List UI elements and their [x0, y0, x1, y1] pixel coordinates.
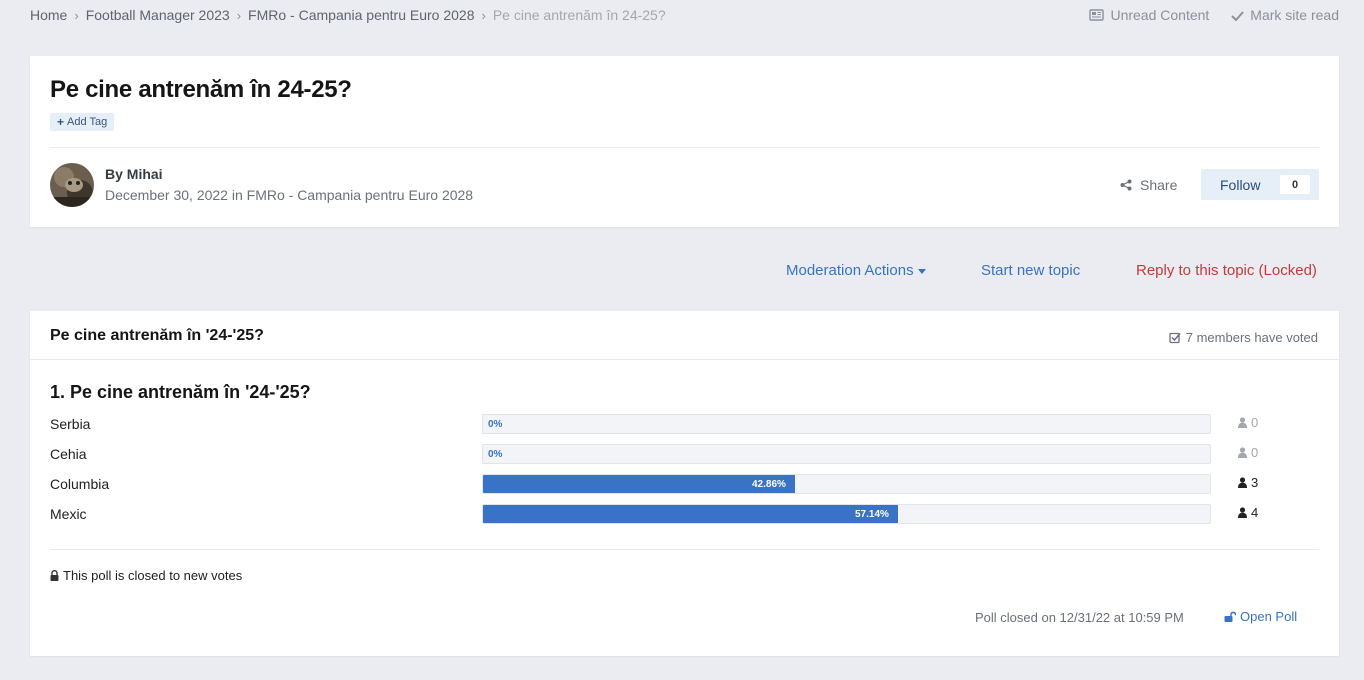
follow-label: Follow: [1220, 176, 1261, 193]
poll-option-votes: 4: [1238, 505, 1258, 520]
check-square-icon: [1169, 332, 1181, 343]
divider: [50, 549, 1319, 550]
poll-title: Pe cine antrenăm în '24-'25?: [50, 327, 264, 344]
poll-option-percent: 0%: [488, 419, 503, 430]
user-icon: [1238, 417, 1247, 428]
reply-locked-button[interactable]: Reply to this topic (Locked): [1136, 262, 1317, 279]
breadcrumb-football-manager[interactable]: Football Manager 2023: [86, 7, 230, 23]
poll-option-label: Mexic: [50, 506, 87, 522]
breadcrumb: Home › Football Manager 2023 › FMRo - Ca…: [30, 7, 666, 23]
poll-option-votes: 3: [1238, 475, 1258, 490]
poll-card: Pe cine antrenăm în '24-'25? 7 members h…: [30, 311, 1339, 656]
poll-option-bar: 0%: [482, 414, 1211, 434]
breadcrumb-home[interactable]: Home: [30, 7, 67, 23]
top-actions: Unread Content Mark site read: [1067, 7, 1339, 23]
open-poll-button[interactable]: Open Poll: [1224, 609, 1297, 624]
poll-option-bar: 0%: [482, 444, 1211, 464]
poll-option-fill: [483, 475, 795, 493]
poll-option-label: Cehia: [50, 446, 87, 462]
plus-icon: +: [57, 115, 65, 129]
divider: [50, 147, 1319, 148]
avatar[interactable]: [50, 163, 94, 207]
poll-option-row: Mexic 57.14% 4: [50, 504, 1319, 524]
start-new-topic-button[interactable]: Start new topic: [981, 262, 1080, 279]
caret-down-icon: [917, 268, 926, 274]
poll-option-row: Serbia 0% 0: [50, 414, 1319, 434]
poll-option-bar: 42.86%: [482, 474, 1211, 494]
poll-question: 1. Pe cine antrenăm în '24-'25?: [50, 382, 311, 402]
unread-content-label: Unread Content: [1110, 7, 1210, 23]
avatar-image: [50, 163, 94, 207]
chevron-right-icon: ›: [74, 7, 79, 23]
check-icon: [1231, 10, 1245, 21]
unlock-icon: [1224, 611, 1236, 622]
top-bar: Home › Football Manager 2023 › FMRo - Ca…: [0, 0, 1364, 30]
user-icon: [1238, 507, 1247, 518]
user-icon: [1238, 477, 1247, 488]
share-button[interactable]: Share: [1120, 177, 1177, 193]
poll-option-vote-count: 0: [1251, 415, 1259, 430]
author-line[interactable]: By Mihai: [105, 166, 163, 182]
poll-option-bar: 57.14%: [482, 504, 1211, 524]
mark-site-read-label: Mark site read: [1250, 7, 1339, 23]
poll-option-label: Serbia: [50, 416, 91, 432]
divider: [30, 359, 1339, 360]
poll-option-row: Columbia 42.86% 3: [50, 474, 1319, 494]
moderation-actions-label: Moderation Actions: [786, 262, 914, 279]
poll-option-label: Columbia: [50, 476, 110, 492]
poll-closed-notice: This poll is closed to new votes: [50, 568, 242, 583]
breadcrumb-forum[interactable]: FMRo - Campania pentru Euro 2028: [248, 7, 474, 23]
topic-header-card: Pe cine antrenăm în 24-25? + Add Tag By …: [30, 56, 1339, 227]
poll-option-votes: 0: [1238, 415, 1258, 430]
chevron-right-icon: ›: [236, 7, 242, 23]
poll-option-votes: 0: [1238, 445, 1258, 460]
poll-closed-date: Poll closed on 12/31/22 at 10:59 PM: [975, 610, 1184, 625]
voted-count: 7 members have voted: [1169, 330, 1318, 345]
poll-closed-label: This poll is closed to new votes: [63, 568, 243, 583]
share-icon: [1120, 179, 1132, 191]
follow-count-badge: 0: [1280, 175, 1310, 194]
poll-option-vote-count: 3: [1251, 475, 1259, 490]
poll-option-percent: 0%: [488, 449, 503, 460]
chevron-right-icon: ›: [481, 7, 486, 23]
newspaper-icon: [1089, 9, 1105, 21]
mark-site-read-link[interactable]: Mark site read: [1231, 7, 1339, 23]
add-tag-label: Add Tag: [67, 116, 108, 128]
add-tag-button[interactable]: + Add Tag: [50, 113, 115, 131]
poll-option-row: Cehia 0% 0: [50, 444, 1319, 464]
topic-meta: December 30, 2022 in FMRo - Campania pen…: [105, 187, 474, 203]
lock-icon: [50, 570, 59, 581]
poll-option-percent: 42.86%: [752, 479, 786, 490]
poll-option-vote-count: 0: [1251, 445, 1259, 460]
page-title: Pe cine antrenăm în 24-25?: [50, 76, 352, 103]
user-icon: [1238, 447, 1247, 458]
poll-option-fill: [483, 505, 898, 523]
open-poll-label: Open Poll: [1240, 609, 1298, 624]
voted-label: 7 members have voted: [1185, 330, 1318, 345]
unread-content-link[interactable]: Unread Content: [1089, 7, 1209, 23]
poll-option-vote-count: 4: [1251, 505, 1259, 520]
moderation-actions-button[interactable]: Moderation Actions: [786, 262, 926, 279]
breadcrumb-current: Pe cine antrenăm în 24-25?: [492, 7, 666, 23]
share-label: Share: [1140, 177, 1178, 193]
poll-option-percent: 57.14%: [855, 509, 889, 520]
follow-button[interactable]: Follow 0: [1201, 169, 1319, 200]
